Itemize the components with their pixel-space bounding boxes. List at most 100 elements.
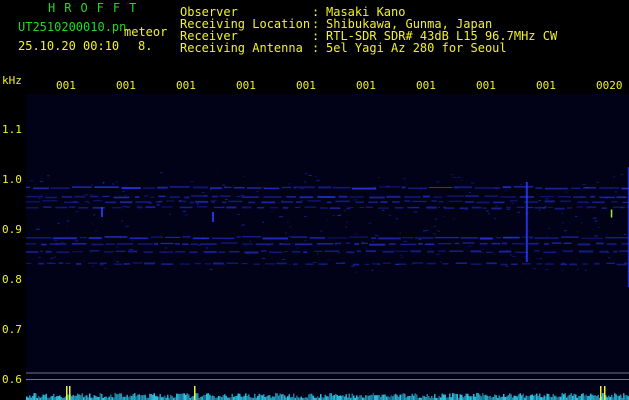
noise-speckle xyxy=(381,209,385,211)
noise-floor xyxy=(626,395,628,400)
noise-speckle xyxy=(300,188,304,190)
noise-speckle xyxy=(249,240,252,242)
noise-floor xyxy=(359,395,361,400)
noise-speckle xyxy=(452,218,456,220)
noise-floor xyxy=(231,393,233,400)
noise-floor xyxy=(615,394,617,400)
signal-trace xyxy=(166,200,175,202)
noise-floor xyxy=(38,396,40,400)
noise-floor xyxy=(383,394,385,400)
noise-floor xyxy=(558,396,560,400)
signal-trace xyxy=(41,243,47,246)
noise-floor xyxy=(138,394,140,400)
noise-speckle xyxy=(312,262,317,263)
signal-trace xyxy=(264,187,280,190)
noise-speckle xyxy=(169,213,171,215)
noise-floor xyxy=(378,395,380,400)
noise-floor xyxy=(408,396,410,400)
signal-trace xyxy=(438,250,446,252)
noise-speckle xyxy=(240,194,245,196)
noise-speckle xyxy=(164,247,168,249)
signal-trace xyxy=(294,243,313,246)
signal-trace xyxy=(195,200,209,203)
signal-trace xyxy=(561,236,579,238)
signal-trace xyxy=(484,195,499,197)
noise-floor xyxy=(267,395,269,400)
frequency-tick: 0.9 xyxy=(2,223,22,236)
signal-trace xyxy=(182,236,191,238)
signal-trace xyxy=(395,250,409,252)
noise-floor xyxy=(345,394,347,400)
signal-trace xyxy=(52,237,78,240)
noise-floor xyxy=(80,395,82,400)
noise-speckle xyxy=(540,258,543,260)
signal-trace xyxy=(262,237,288,240)
noise-speckle xyxy=(159,200,163,202)
noise-speckle xyxy=(378,177,380,179)
signal-trace xyxy=(222,201,227,204)
noise-speckle xyxy=(423,230,426,232)
time-tick: 001 xyxy=(416,79,436,92)
signal-trace xyxy=(226,262,239,264)
noise-floor xyxy=(531,394,533,400)
noise-floor xyxy=(75,395,77,400)
noise-floor xyxy=(144,394,146,400)
noise-speckle xyxy=(443,216,446,218)
noise-floor xyxy=(197,393,199,400)
noise-speckle xyxy=(592,217,597,219)
signal-trace xyxy=(401,186,406,189)
noise-floor xyxy=(407,396,409,400)
noise-speckle xyxy=(262,221,265,223)
noise-speckle xyxy=(281,200,284,202)
signal-trace xyxy=(502,186,512,189)
signal-trace xyxy=(293,186,316,189)
noise-speckle xyxy=(182,210,186,212)
noise-speckle xyxy=(66,226,68,228)
noise-speckle xyxy=(510,254,512,256)
noise-speckle xyxy=(196,203,199,205)
noise-floor xyxy=(152,394,154,400)
signal-trace xyxy=(426,262,436,265)
noise-speckle xyxy=(620,174,624,175)
noise-floor xyxy=(141,395,143,400)
signal-trace xyxy=(281,186,292,189)
signal-trace xyxy=(378,207,389,209)
signal-trace xyxy=(479,242,488,245)
signal-trace xyxy=(371,237,377,239)
noise-floor xyxy=(555,396,557,400)
frequency-axis: kHz 1.1 1.0 0.9 0.8 0.7 0.6 xyxy=(0,75,26,400)
signal-trace xyxy=(299,196,314,199)
noise-floor xyxy=(485,394,487,400)
signal-trace xyxy=(314,250,323,252)
meteor-count: 8. xyxy=(138,39,153,53)
spectrogram-svg xyxy=(26,167,629,400)
signal-trace xyxy=(446,195,464,197)
noise-floor xyxy=(498,395,500,400)
noise-floor xyxy=(567,395,569,400)
noise-speckle xyxy=(285,232,287,234)
noise-floor xyxy=(351,393,353,400)
noise-floor xyxy=(236,395,238,400)
noise-floor xyxy=(506,396,508,400)
noise-floor xyxy=(387,396,389,400)
signal-trace xyxy=(418,243,423,245)
signal-trace xyxy=(448,200,463,202)
signal-trace xyxy=(55,206,67,209)
signal-trace xyxy=(544,263,554,265)
noise-speckle xyxy=(481,251,485,253)
frequency-tick: 0.7 xyxy=(2,323,22,336)
noise-speckle xyxy=(403,240,407,242)
noise-floor xyxy=(353,395,355,400)
noise-speckle xyxy=(386,185,390,187)
signal-trace xyxy=(174,243,180,245)
noise-floor xyxy=(158,396,160,400)
noise-speckle xyxy=(203,195,207,197)
signal-trace xyxy=(197,206,208,208)
noise-speckle xyxy=(457,176,461,178)
noise-speckle xyxy=(57,222,60,224)
noise-floor xyxy=(513,395,515,400)
noise-floor xyxy=(344,396,346,400)
noise-floor xyxy=(473,394,475,400)
noise-speckle xyxy=(411,263,415,265)
noise-floor xyxy=(201,396,203,400)
